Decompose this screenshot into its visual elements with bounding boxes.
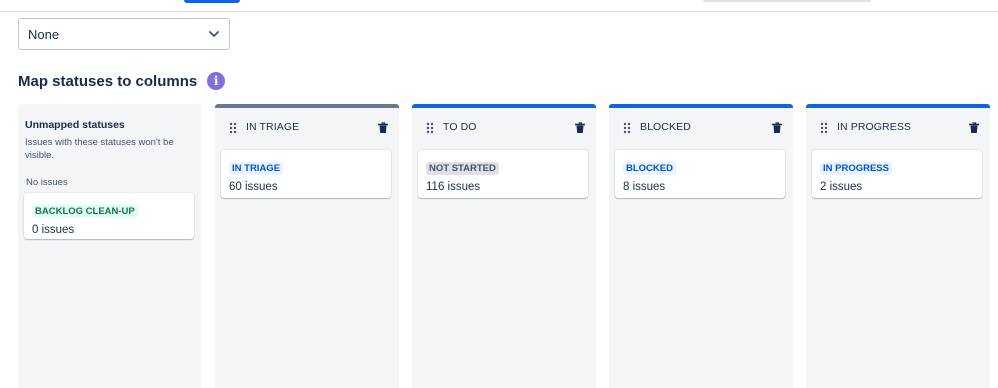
status-card[interactable]: NOT STARTED 116 issues (418, 150, 588, 198)
chevron-down-icon (209, 29, 219, 39)
issue-count: 60 issues (229, 181, 278, 193)
trash-icon[interactable] (968, 121, 980, 133)
column-header: TO DO (412, 108, 596, 146)
status-card[interactable]: IN PROGRESS 2 issues (812, 150, 982, 198)
filter-select[interactable]: None (18, 18, 230, 50)
drag-handle-icon[interactable] (426, 121, 434, 134)
top-bar (0, 0, 998, 12)
issue-count: 2 issues (820, 181, 863, 193)
status-lozenge: IN TRIAGE (229, 162, 284, 175)
unmapped-statuses-column: Unmapped statuses Issues with these stat… (18, 104, 201, 388)
issue-count: 116 issues (426, 181, 481, 193)
column-name: BLOCKED (640, 121, 691, 133)
no-issues-label: No issues (26, 177, 68, 188)
trash-icon[interactable] (574, 121, 586, 133)
drag-handle-icon[interactable] (623, 121, 631, 134)
status-card[interactable]: IN TRIAGE 60 issues (221, 150, 391, 198)
drag-handle-icon[interactable] (229, 121, 237, 134)
column-header: BLOCKED (609, 108, 793, 146)
status-lozenge: NOT STARTED (426, 162, 499, 175)
filter-select-value: None (28, 26, 60, 42)
column-blocked: BLOCKED BLOCKED 8 issues (609, 104, 793, 388)
status-lozenge: BACKLOG CLEAN-UP (32, 205, 138, 218)
column-name: IN TRIAGE (246, 121, 300, 133)
primary-button[interactable] (184, 0, 240, 3)
search-field[interactable] (703, 0, 871, 2)
status-lozenge: BLOCKED (623, 162, 676, 175)
status-card[interactable]: BACKLOG CLEAN-UP 0 issues (24, 193, 194, 239)
status-card[interactable]: BLOCKED 8 issues (615, 150, 785, 198)
column-in-progress: IN PROGRESS IN PROGRESS 2 issues (806, 104, 990, 388)
column-in-triage: IN TRIAGE IN TRIAGE 60 issues (215, 104, 399, 388)
section-heading: Map statuses to columns i (18, 72, 226, 90)
unmapped-description: Issues with these statuses won't be visi… (25, 137, 174, 161)
unmapped-title: Unmapped statuses (25, 119, 125, 131)
column-header: IN PROGRESS (806, 108, 990, 146)
column-header: IN TRIAGE (215, 108, 399, 146)
status-lozenge: IN PROGRESS (820, 162, 892, 175)
trash-icon[interactable] (771, 121, 783, 133)
trash-icon[interactable] (377, 121, 389, 133)
section-title: Map statuses to columns (18, 72, 198, 90)
issue-count: 8 issues (623, 181, 666, 193)
column-to-do: TO DO NOT STARTED 116 issues (412, 104, 596, 388)
drag-handle-icon[interactable] (820, 121, 828, 134)
column-name: IN PROGRESS (837, 121, 912, 133)
info-icon[interactable]: i (207, 72, 226, 90)
column-name: TO DO (443, 121, 477, 133)
issue-count: 0 issues (32, 224, 75, 236)
